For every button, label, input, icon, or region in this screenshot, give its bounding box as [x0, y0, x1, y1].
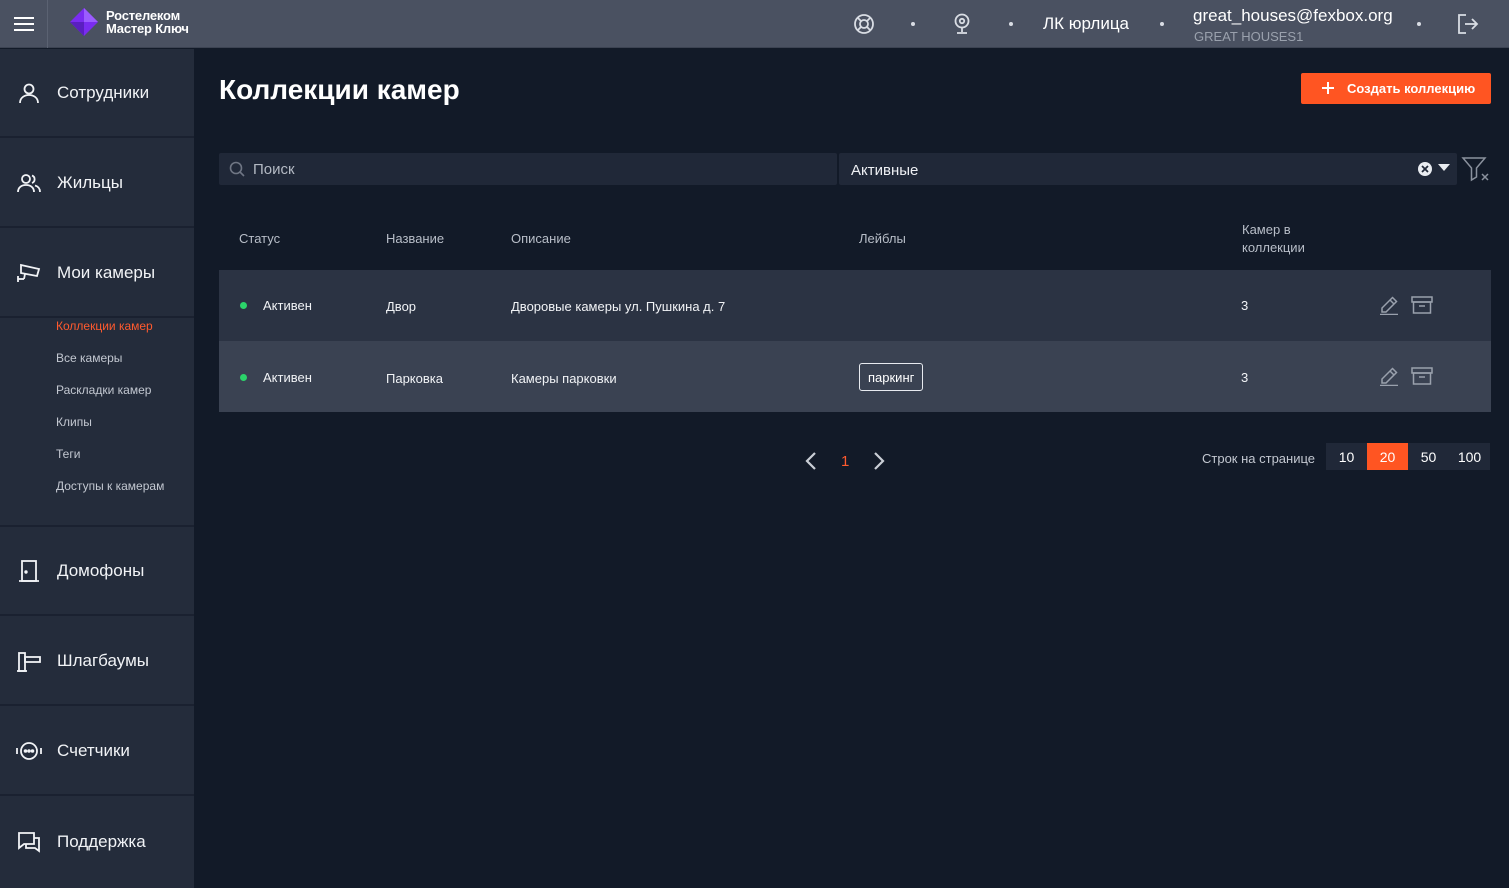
edit-button[interactable] — [1378, 365, 1400, 387]
pencil-icon — [1380, 296, 1398, 315]
lifebuoy-icon — [854, 14, 874, 34]
chevron-left-icon — [805, 452, 816, 470]
sidebar-item-label: Сотрудники — [57, 82, 150, 102]
rows-per-page-option[interactable]: 10 — [1326, 443, 1367, 470]
sidebar-subitem-layouts[interactable]: Раскладки камер — [56, 383, 151, 397]
sidebar-item-my-cameras[interactable]: Мои камеры — [0, 229, 194, 318]
rows-per-page-option[interactable]: 100 — [1449, 443, 1490, 470]
status-active-dot — [240, 374, 247, 381]
name-cell: Двор — [386, 299, 417, 314]
next-page-button[interactable] — [869, 450, 889, 472]
top-bar: Ростелеком Мастер Ключ ЛК юрлица great_h… — [0, 0, 1509, 48]
sidebar-item-label: Шлагбаумы — [57, 650, 149, 670]
camera-count-cell: 3 — [1241, 298, 1249, 313]
status-active-dot — [240, 302, 247, 309]
separator-dot — [911, 22, 915, 26]
sidebar-item-residents[interactable]: Жильцы — [0, 139, 194, 228]
edit-button[interactable] — [1378, 294, 1400, 316]
plus-icon — [1322, 82, 1334, 94]
logout-icon — [1458, 14, 1479, 34]
column-header-labels[interactable]: Лейблы — [859, 230, 906, 248]
column-header-name[interactable]: Название — [386, 230, 444, 248]
search-input[interactable] — [253, 153, 823, 185]
clear-filters-button[interactable] — [1461, 155, 1491, 183]
meter-icon — [16, 738, 42, 764]
security-camera-icon — [16, 260, 42, 286]
status-cell: Активен — [263, 370, 312, 385]
create-collection-button[interactable]: Создать коллекцию — [1301, 73, 1491, 104]
chevron-right-icon — [874, 452, 885, 470]
sidebar-item-label: Жильцы — [57, 172, 123, 192]
clear-icon[interactable] — [1417, 161, 1433, 177]
chat-icon — [16, 829, 42, 855]
sidebar-item-meters[interactable]: Счетчики — [0, 707, 194, 796]
name-cell: Парковка — [386, 371, 443, 386]
previous-page-button[interactable] — [801, 450, 821, 472]
chevron-down-icon[interactable] — [1438, 164, 1450, 172]
column-header-camera-count-line2: коллекции — [1242, 240, 1305, 255]
sidebar-subitem-collections[interactable]: Коллекции камер — [56, 319, 153, 333]
column-header-status[interactable]: Статус — [239, 230, 280, 248]
hamburger-icon — [13, 17, 34, 31]
archive-button[interactable] — [1411, 294, 1433, 316]
search-box — [219, 153, 837, 185]
sidebar: Сотрудники Жильцы Мои камеры Коллекции к… — [0, 49, 194, 888]
sidebar-subitem-all-cameras[interactable]: Все камеры — [56, 351, 122, 365]
sidebar-subitem-tags[interactable]: Теги — [56, 447, 80, 461]
user-icon — [16, 80, 42, 106]
rows-per-page-option[interactable]: 50 — [1408, 443, 1449, 470]
table-row[interactable]: Активен Парковка Камеры парковки паркинг… — [219, 341, 1491, 412]
sidebar-item-employees[interactable]: Сотрудники — [0, 49, 194, 138]
camera-count-cell: 3 — [1241, 370, 1249, 385]
pencil-icon — [1380, 367, 1398, 386]
description-cell: Дворовые камеры ул. Пушкина д. 7 — [511, 299, 726, 314]
support-button[interactable] — [852, 12, 876, 36]
label-tag[interactable]: паркинг — [859, 363, 924, 391]
user-email[interactable]: great_houses@fexbox.org — [1193, 6, 1393, 26]
separator-dot — [1009, 22, 1013, 26]
rows-per-page-option-selected[interactable]: 20 — [1367, 443, 1408, 470]
status-filter-select[interactable]: Активные — [839, 153, 1457, 185]
sidebar-item-support[interactable]: Поддержка — [0, 797, 194, 886]
column-header-camera-count[interactable]: Камер в коллекции — [1242, 221, 1305, 257]
logout-button[interactable] — [1456, 12, 1480, 36]
archive-icon — [1411, 367, 1433, 385]
sidebar-subitem-camera-access[interactable]: Доступы к камерам — [56, 479, 164, 493]
description-cell: Камеры парковки — [511, 371, 617, 386]
status-filter-value: Активные — [851, 162, 919, 179]
logo-icon — [70, 8, 98, 36]
page-title: Коллекции камер — [219, 74, 460, 105]
page-number[interactable]: 1 — [841, 453, 849, 470]
sidebar-item-label: Счетчики — [57, 740, 130, 760]
logo[interactable]: Ростелеком Мастер Ключ — [68, 6, 189, 38]
archive-icon — [1411, 296, 1433, 314]
rows-per-page-label: Строк на странице — [1202, 451, 1316, 466]
create-collection-label: Создать коллекцию — [1347, 81, 1476, 96]
user-organization: GREAT HOUSES1 — [1194, 29, 1304, 44]
column-header-description[interactable]: Описание — [511, 230, 571, 248]
separator-dot — [1160, 22, 1164, 26]
sidebar-item-barriers[interactable]: Шлагбаумы — [0, 617, 194, 706]
barrier-icon — [16, 648, 42, 674]
table-row[interactable]: Активен Двор Дворовые камеры ул. Пушкина… — [219, 270, 1491, 341]
account-type-link[interactable]: ЛК юрлица — [1043, 14, 1129, 34]
webcam-icon — [954, 13, 970, 34]
menu-button[interactable] — [0, 0, 48, 48]
column-header-camera-count-line1: Камер в — [1242, 222, 1291, 237]
logo-line-2: Мастер Ключ — [106, 21, 189, 36]
users-icon — [16, 170, 42, 196]
sidebar-item-intercoms[interactable]: Домофоны — [0, 527, 194, 616]
status-cell: Активен — [263, 298, 312, 313]
sidebar-item-label: Домофоны — [57, 560, 145, 580]
sidebar-item-label: Мои камеры — [57, 262, 156, 282]
sidebar-item-label: Поддержка — [57, 831, 146, 851]
camera-button[interactable] — [950, 12, 974, 36]
door-icon — [16, 558, 42, 584]
separator-dot — [1417, 22, 1421, 26]
archive-button[interactable] — [1411, 365, 1433, 387]
filter-clear-icon — [1461, 157, 1489, 182]
search-icon — [229, 161, 245, 177]
sidebar-subitem-clips[interactable]: Клипы — [56, 415, 92, 429]
